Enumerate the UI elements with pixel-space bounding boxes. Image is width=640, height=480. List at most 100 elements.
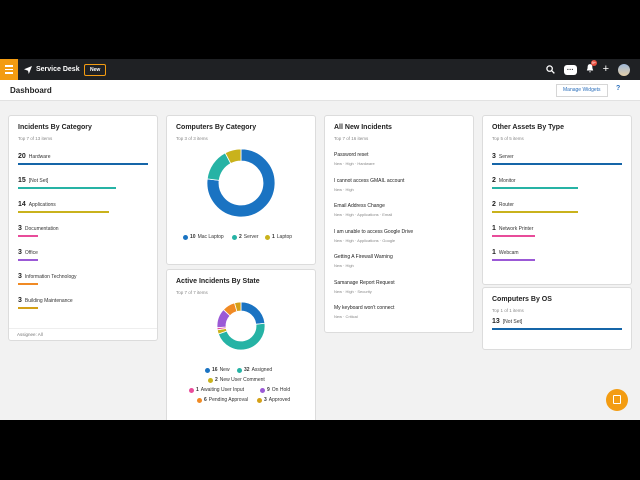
incident-title-link[interactable]: Password reset: [334, 152, 375, 158]
search-icon[interactable]: [545, 65, 555, 74]
legend-item[interactable]: 10 Mac Laptop: [183, 234, 224, 240]
incident-meta: New · High · Applications · Email: [334, 212, 393, 217]
legend-item[interactable]: 9 On Hold: [260, 387, 290, 393]
legend-swatch: [260, 387, 265, 393]
item-label: Building Maintenance: [24, 298, 73, 304]
list-item[interactable]: 3 Information Technology: [18, 273, 77, 285]
item-bar: [18, 283, 38, 285]
help-icon[interactable]: ?: [616, 85, 620, 92]
incident-item[interactable]: Samanage Report Request New · High · Secu…: [334, 280, 395, 294]
widget-title: All New Incidents: [334, 124, 392, 131]
new-button[interactable]: New: [84, 64, 107, 76]
user-avatar[interactable]: [618, 63, 630, 76]
legend-item[interactable]: 16 New: [205, 367, 230, 373]
list-item[interactable]: 13 [Not Set]: [492, 318, 622, 330]
list-item[interactable]: 3 Building Maintenance: [18, 297, 73, 309]
legend-label: Pending Approval: [208, 397, 248, 403]
computers-donut-chart[interactable]: [167, 116, 317, 266]
list-item[interactable]: 1 Webcam: [492, 249, 535, 261]
app-frame: Service Desk New … 9+ + Dashboard Manage…: [0, 59, 640, 420]
item-label: Hardware: [28, 154, 51, 160]
legend-value: 6: [204, 397, 207, 403]
legend-label: Mac Laptop: [197, 234, 224, 240]
legend-item[interactable]: 2 Server: [232, 234, 259, 240]
paper-plane-icon: [24, 65, 32, 74]
item-label: Applications: [28, 202, 56, 208]
incident-meta: New · High · Hardware: [334, 161, 375, 166]
computers-by-os-widget: Computers By OS Top 1 of 1 items 13 [Not …: [482, 287, 632, 350]
incident-title-link[interactable]: I am unable to access Google Drive: [334, 229, 413, 235]
item-label: Monitor: [498, 178, 516, 184]
item-bar: [18, 211, 109, 213]
incident-title-link[interactable]: My keyboard won't connect: [334, 305, 394, 311]
brand[interactable]: Service Desk: [24, 59, 80, 80]
legend-swatch: [265, 234, 270, 240]
legend-label: Assigned: [251, 367, 273, 373]
add-icon[interactable]: +: [603, 64, 609, 75]
incident-meta: New · High: [334, 263, 354, 268]
help-chat-button[interactable]: [606, 389, 628, 411]
list-item[interactable]: 15 [Not Set]: [18, 177, 116, 189]
chat-icon[interactable]: …: [563, 64, 577, 75]
incident-meta: New · High · Security: [334, 288, 372, 294]
item-bar: [492, 259, 535, 261]
list-item[interactable]: 1 Network Printer: [492, 225, 535, 237]
other-assets-by-type-widget: Other Assets By Type Top 5 of 5 items 3S…: [482, 115, 632, 285]
donut-slice-new[interactable]: [240, 301, 266, 325]
legend-label: On Hold: [271, 387, 291, 393]
active-incidents-by-state-widget: Active Incidents By State Top 7 of 7 ite…: [166, 269, 316, 420]
item-label: Webcam: [498, 250, 519, 256]
widget-subtitle: Top 5 of 5 items: [492, 136, 524, 141]
notifications-bell-icon[interactable]: 9+: [586, 60, 598, 75]
list-item[interactable]: 3 Office: [18, 249, 38, 261]
legend-value: 32: [244, 367, 250, 373]
top-navigation-bar: Service Desk New … 9+ +: [0, 59, 640, 80]
item-bar: [492, 187, 578, 189]
incident-item[interactable]: Email Address Change New · High · Applica…: [334, 203, 392, 217]
widget-title: Computers By OS: [492, 296, 552, 303]
item-label: Server: [498, 154, 514, 160]
legend-swatch: [237, 367, 242, 373]
legend-item[interactable]: 32 Assigned: [237, 367, 272, 373]
manage-widgets-button[interactable]: Manage Widgets: [556, 84, 608, 97]
list-item[interactable]: 20 Hardware: [18, 153, 148, 165]
incident-title-link[interactable]: Email Address Change: [334, 203, 392, 209]
widget-title: Incidents By Category: [18, 124, 92, 131]
incident-title-link[interactable]: I cannot access GMAIL account: [334, 178, 404, 184]
list-item[interactable]: 2 Router: [492, 201, 578, 213]
hamburger-menu-icon[interactable]: [0, 59, 18, 80]
item-bar: [492, 235, 535, 237]
legend-item[interactable]: 3 Approved: [257, 397, 290, 403]
legend-value: 1: [272, 234, 275, 240]
list-item[interactable]: 14 Applications: [18, 201, 109, 213]
item-label: Information Technology: [24, 274, 77, 280]
legend-item[interactable]: 2 New User Comment: [208, 377, 265, 383]
list-item[interactable]: 2 Monitor: [492, 177, 578, 189]
item-label: Documentation: [24, 226, 59, 232]
incident-title-link[interactable]: Samanage Report Request: [334, 280, 395, 286]
legend-value: 16: [212, 367, 218, 373]
incident-item[interactable]: I am unable to access Google Drive New · …: [334, 229, 413, 243]
legend-item[interactable]: 6 Pending Approval: [197, 397, 248, 403]
legend-swatch: [197, 397, 202, 403]
incident-item[interactable]: My keyboard won't connect New · Critical: [334, 305, 394, 319]
legend-value: 10: [190, 234, 196, 240]
incident-meta: New · High: [334, 186, 354, 192]
legend-item[interactable]: 1 Laptop: [265, 234, 292, 240]
legend-item[interactable]: 1 Awaiting User Input: [189, 387, 244, 393]
legend-value: 9: [267, 387, 270, 393]
item-count: 2: [492, 201, 496, 208]
incident-item[interactable]: Getting A Firewall Warning New · High: [334, 254, 393, 268]
list-item[interactable]: 3 Documentation: [18, 225, 59, 237]
widget-subtitle: Top 7 of 16 items: [334, 136, 369, 141]
incident-item[interactable]: I cannot access GMAIL account New · High: [334, 178, 404, 192]
widget-footer: Assignee: All: [9, 328, 157, 340]
list-item[interactable]: 3 Server: [492, 153, 622, 165]
item-count: 13: [492, 318, 500, 325]
legend-label: Awaiting User Input: [200, 387, 245, 393]
legend-label: Server: [243, 234, 259, 240]
incident-item[interactable]: Password reset New · High · Hardware: [334, 152, 375, 166]
incident-title-link[interactable]: Getting A Firewall Warning: [334, 254, 393, 260]
item-label: Office: [24, 250, 38, 256]
item-label: [Not Set]: [28, 178, 49, 184]
